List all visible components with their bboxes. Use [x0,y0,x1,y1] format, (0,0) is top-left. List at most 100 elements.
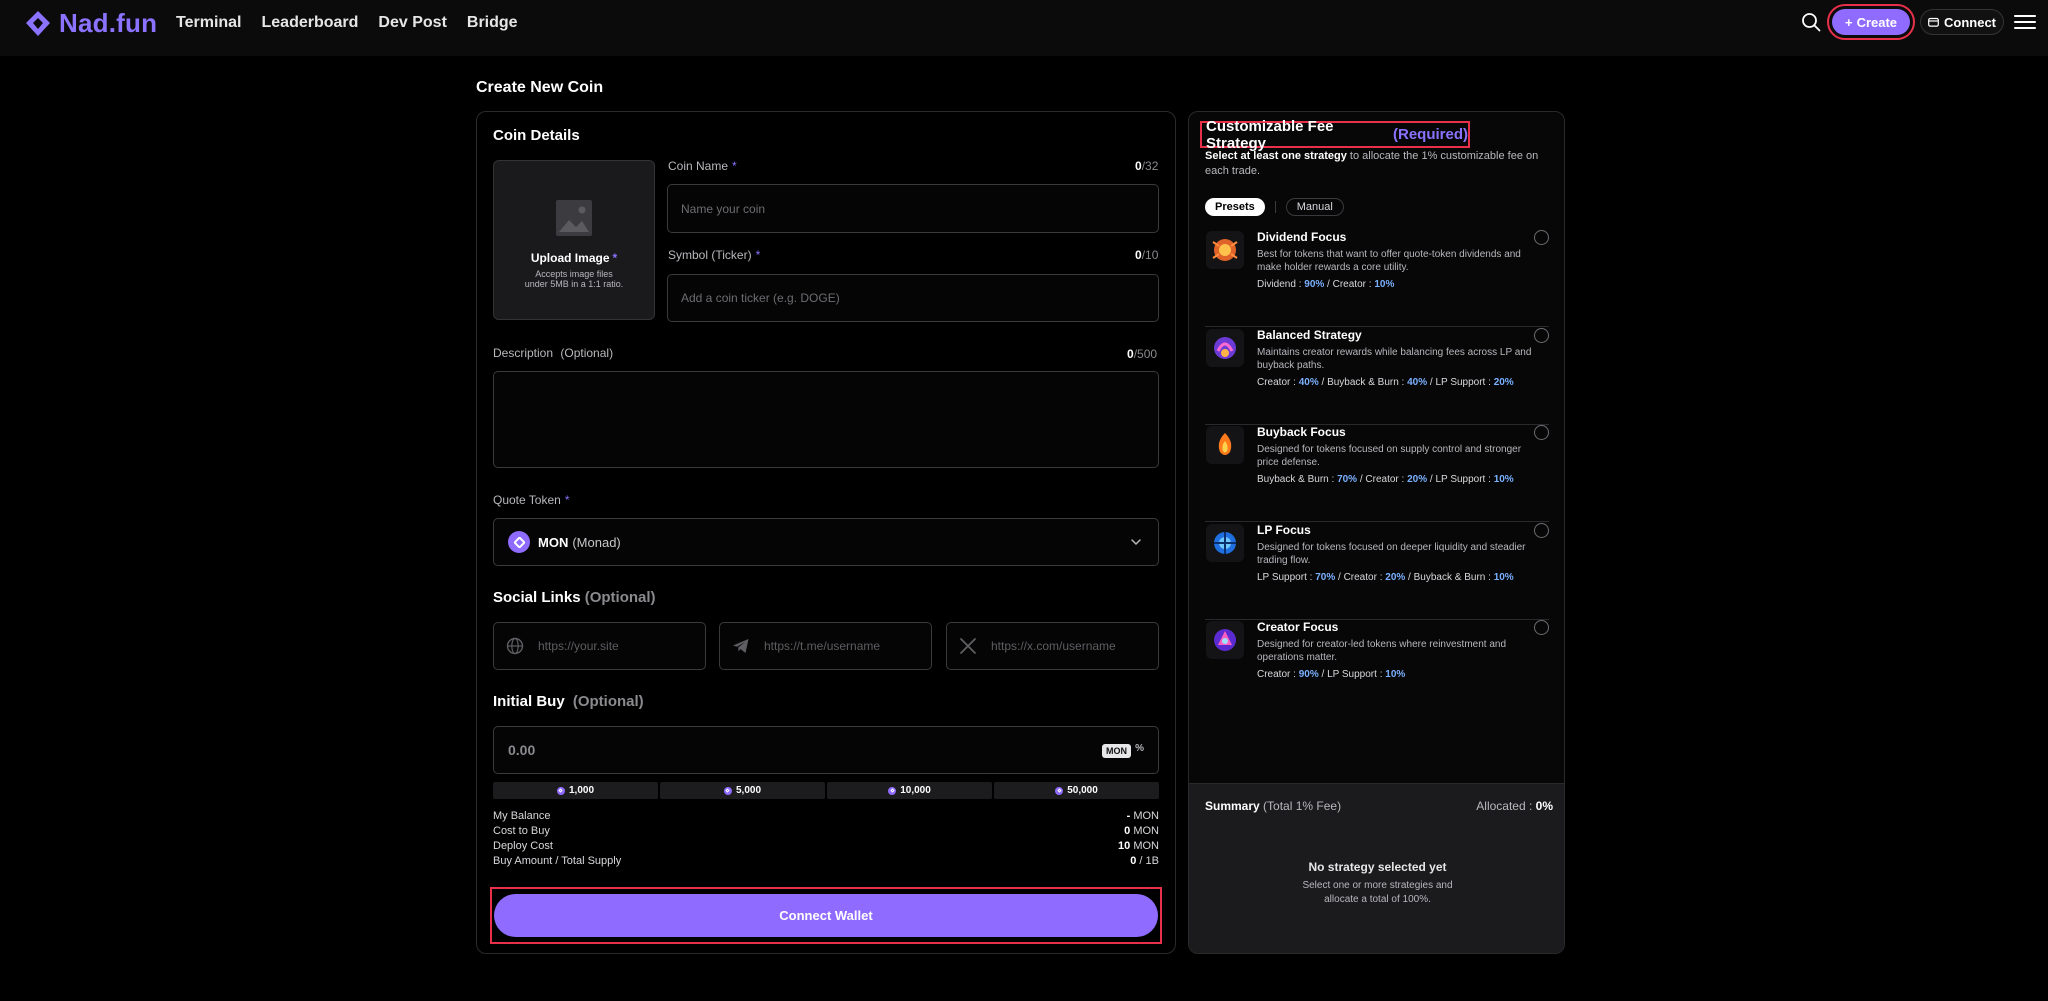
strategy-name: Balanced Strategy [1257,328,1362,342]
social-links-title: Social Links (Optional) [493,589,656,606]
connect-label: Connect [1944,14,1996,30]
stat-row: Deploy Cost 10 MON [493,840,1159,852]
strategy-name: Creator Focus [1257,620,1339,634]
brand-logo[interactable]: Nad.fun [23,8,157,39]
x-logo-icon [960,638,976,654]
strategy-split: Buyback & Burn : 70% / Creator : 20% / L… [1257,474,1514,485]
percent-toggle[interactable]: % [1135,743,1144,754]
monad-token-icon [888,786,897,795]
dividend-focus-icon [1206,231,1244,269]
create-button[interactable]: + Create [1827,4,1915,40]
empty-state-note: Select one or more strategies and alloca… [1302,880,1453,905]
top-nav-bar: Nad.fun Terminal Leaderboard Dev Post Br… [0,0,2048,56]
strategy-radio[interactable] [1534,425,1549,440]
search-icon[interactable] [1800,11,1822,33]
symbol-label: Symbol (Ticker) * [668,248,761,262]
preset-amount-button[interactable]: 5,000 [660,782,825,799]
create-label: Create [1856,14,1898,30]
nadfun-logo-icon [26,10,50,36]
monad-token-icon [1055,786,1064,795]
quote-token-symbol: MON [538,534,569,550]
nav-bridge[interactable]: Bridge [467,14,518,32]
lp-focus-icon [1206,524,1244,562]
strategy-radio[interactable] [1534,230,1549,245]
quote-token-name: (Monad) [572,534,621,550]
cost-summary: My Balance - MON Cost to Buy 0 MON Deploy … [493,809,1159,869]
strategy-buyback-focus[interactable]: Buyback Focus Designed for tokens focuse… [1205,425,1549,522]
connect-wallet-highlight: Connect Wallet [490,887,1162,944]
strategy-name: LP Focus [1257,523,1311,537]
stat-row: Cost to Buy 0 MON [493,825,1159,837]
upload-title: Upload Image * [530,251,618,265]
connect-wallet-button[interactable]: Connect Wallet [494,894,1158,937]
strategy-creator-focus[interactable]: Creator Focus Designed for creator-led t… [1205,620,1549,717]
coin-form-card: Coin Details Upload Image * Accepts image… [476,111,1176,954]
strategy-split: Creator : 90% / LP Support : 10% [1257,669,1406,680]
hamburger-menu-icon[interactable] [2014,11,2036,33]
wallet-icon [1928,17,1939,27]
strategy-balanced[interactable]: Balanced Strategy Maintains creator rewa… [1205,328,1549,425]
initial-buy-title: Initial Buy (Optional) [493,693,644,710]
coin-name-label: Coin Name * [668,159,737,173]
stat-row: My Balance - MON [493,810,1159,822]
strategy-dividend-focus[interactable]: Dividend Focus Best for tokens that want… [1205,230,1549,327]
x-twitter-input[interactable]: https://x.com/username [946,622,1159,670]
telegram-icon [733,639,749,653]
header-actions: + Create Connect [1800,4,2036,40]
fee-strategy-card: Customizable Fee Strategy (Required) Sel… [1188,111,1565,954]
coin-name-counter: 0/32 [1135,159,1159,173]
strategy-name: Dividend Focus [1257,230,1347,244]
nav-terminal[interactable]: Terminal [176,14,242,32]
initial-buy-presets: 1,000 5,000 10,000 50,000 [493,782,1159,799]
symbol-input[interactable]: Add a coin ticker (e.g. DOGE) [667,274,1159,322]
stat-row: Buy Amount / Total Supply 0 / 1B [493,855,1159,867]
monad-token-icon [723,786,732,795]
preset-amount-button[interactable]: 50,000 [994,782,1159,799]
strategy-description: Maintains creator rewards while balancin… [1257,347,1532,371]
strategy-description: Designed for tokens focused on supply co… [1257,444,1522,468]
tab-presets[interactable]: Presets [1205,198,1265,216]
preset-amount-button[interactable]: 1,000 [493,782,658,799]
monad-token-icon [508,531,530,553]
fee-strategy-subtitle: Select at least one strategy to allocate… [1205,150,1539,177]
empty-state-title: No strategy selected yet [1308,860,1447,874]
chevron-down-icon [1131,539,1141,546]
connect-button[interactable]: Connect [1920,9,2004,35]
fee-strategy-title: Customizable Fee Strategy (Required) [1200,118,1470,152]
description-textarea[interactable] [493,371,1159,468]
quote-token-select[interactable]: MON (Monad) [493,518,1159,566]
strategy-split: Dividend : 90% / Creator : 10% [1257,279,1395,290]
symbol-counter: 0/10 [1135,248,1159,262]
monad-token-icon [556,786,565,795]
strategy-radio[interactable] [1534,620,1549,635]
strategy-lp-focus[interactable]: LP Focus Designed for tokens focused on … [1205,523,1549,620]
initial-buy-input[interactable]: 0.00 MON % [493,726,1159,774]
telegram-input[interactable]: https://t.me/username [719,622,932,670]
nav-leaderboard[interactable]: Leaderboard [262,14,359,32]
preset-amount-button[interactable]: 10,000 [827,782,992,799]
coin-name-input[interactable]: Name your coin [667,184,1159,233]
image-placeholder-icon [556,200,592,236]
upload-note: Accepts image files under 5MB in a 1:1 r… [524,269,624,289]
website-input[interactable]: https://your.site [493,622,706,670]
description-counter: 0/500 [1127,347,1158,361]
currency-toggle[interactable]: MON [1102,744,1131,758]
strategy-radio[interactable] [1534,523,1549,538]
quote-token-label: Quote Token * [493,493,570,507]
main-nav: Terminal Leaderboard Dev Post Bridge [176,14,518,32]
image-upload-dropzone[interactable]: Upload Image * Accepts image files under … [493,160,655,320]
nav-dev-post[interactable]: Dev Post [378,14,446,32]
strategy-split: Creator : 40% / Buyback & Burn : 40% / L… [1257,377,1514,388]
allocated-total: Allocated : 0% [1476,799,1553,813]
tab-manual[interactable]: Manual [1285,198,1344,216]
plus-icon: + [1844,14,1853,30]
summary-title: Summary (Total 1% Fee) [1205,799,1342,813]
creator-focus-icon [1206,621,1244,659]
balanced-strategy-icon [1206,329,1244,367]
description-label: Description (Optional) [493,346,614,360]
strategy-description: Designed for creator-led tokens where re… [1257,639,1507,663]
buyback-focus-icon [1206,426,1244,464]
strategy-description: Best for tokens that want to offer quote… [1257,249,1521,273]
strategy-radio[interactable] [1534,328,1549,343]
fee-summary-panel: Summary (Total 1% Fee) Allocated : 0% No… [1189,783,1564,953]
